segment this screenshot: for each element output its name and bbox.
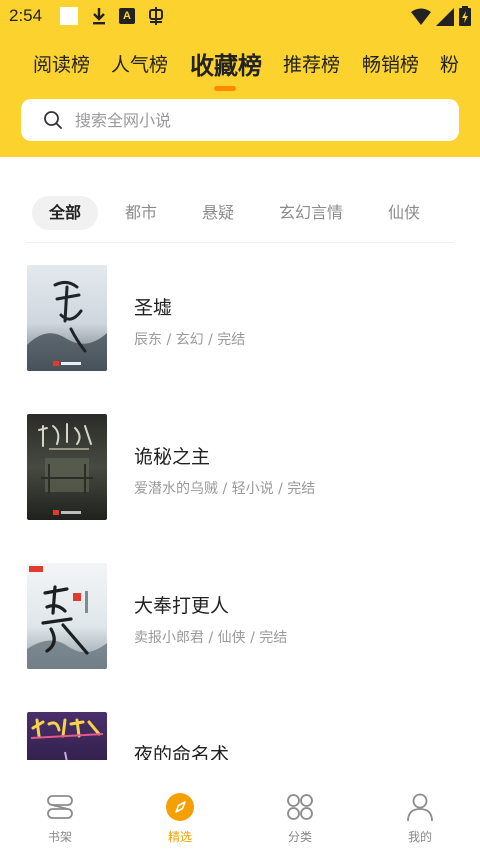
book-cover-image [27, 712, 107, 760]
book-cover-image [27, 414, 107, 520]
user-icon [407, 793, 433, 822]
app-a-icon: A [119, 8, 135, 24]
nav-profile[interactable]: 我的 [360, 760, 480, 853]
category-chip-all[interactable]: 全部 [32, 196, 98, 230]
book-cover-image [27, 563, 107, 669]
tab-popularity[interactable]: 人气榜 [111, 50, 168, 77]
nav-bookshelf[interactable]: 书架 [0, 760, 120, 853]
book-title: 诡秘之主 [134, 446, 211, 468]
book-meta: 爱潜水的乌贼 / 轻小说 / 完结 [134, 481, 316, 497]
nav-label: 分类 [287, 830, 312, 844]
book-title: 大奉打更人 [134, 595, 230, 617]
book-item[interactable]: 圣墟 辰东 / 玄幻 / 完结 [0, 265, 480, 385]
book-item[interactable]: 诡秘之主 爱潜水的乌贼 / 轻小说 / 完结 [0, 414, 480, 534]
wifi-icon [411, 8, 431, 25]
nav-label: 精选 [167, 830, 192, 844]
nav-label: 我的 [407, 830, 432, 844]
tab-reading[interactable]: 阅读榜 [33, 50, 90, 77]
search-bar[interactable] [21, 99, 459, 141]
status-bar: 2:54 A [0, 0, 480, 32]
nav-categories[interactable]: 分类 [240, 760, 360, 853]
category-chip-mystery[interactable]: 悬疑 [193, 196, 243, 230]
notification-square-icon [60, 7, 78, 25]
bug-icon [149, 7, 163, 25]
category-chip-xianxia[interactable]: 仙侠 [379, 196, 429, 230]
book-item[interactable]: 大奉打更人 卖报小郎君 / 仙侠 / 完结 [0, 563, 480, 683]
search-input[interactable] [75, 99, 445, 141]
tab-bestselling[interactable]: 畅销榜 [362, 50, 419, 77]
download-icon [93, 8, 105, 25]
book-item[interactable]: 夜的命名术 [0, 712, 480, 760]
book-title: 夜的命名术 [134, 744, 230, 760]
category-chip-fantasy-romance[interactable]: 玄幻言情 [270, 196, 352, 230]
search-icon [44, 111, 62, 129]
book-cover-image [27, 265, 107, 371]
book-meta: 卖报小郎君 / 仙侠 / 完结 [134, 630, 288, 646]
tab-favorites[interactable]: 收藏榜 [190, 46, 262, 81]
book-list: 圣墟 辰东 / 玄幻 / 完结 诡秘之主 爱潜水的乌贼 / 轻小说 / 完结 大… [0, 243, 480, 760]
category-chip-urban[interactable]: 都市 [116, 196, 166, 230]
nav-label: 书架 [47, 830, 72, 844]
category-filter: 全部 都市 悬疑 玄幻言情 仙侠 [0, 196, 480, 232]
ranking-tabs: 阅读榜 人气榜 收藏榜 推荐榜 畅销榜 粉 [0, 40, 480, 92]
book-meta: 辰东 / 玄幻 / 完结 [134, 332, 246, 348]
tab-recommended[interactable]: 推荐榜 [283, 50, 340, 77]
book-title: 圣墟 [134, 297, 173, 319]
battery-icon [459, 6, 471, 26]
bottom-navigation: 书架 精选 分类 我的 [0, 760, 480, 853]
signal-icon [436, 8, 454, 26]
compass-icon [166, 793, 194, 821]
category-grid-icon [287, 794, 313, 820]
active-tab-indicator [214, 86, 236, 91]
bookshelf-icon [47, 795, 73, 819]
status-time: 2:54 [9, 6, 43, 25]
nav-featured[interactable]: 精选 [120, 760, 240, 853]
tab-fans[interactable]: 粉 [440, 50, 459, 77]
